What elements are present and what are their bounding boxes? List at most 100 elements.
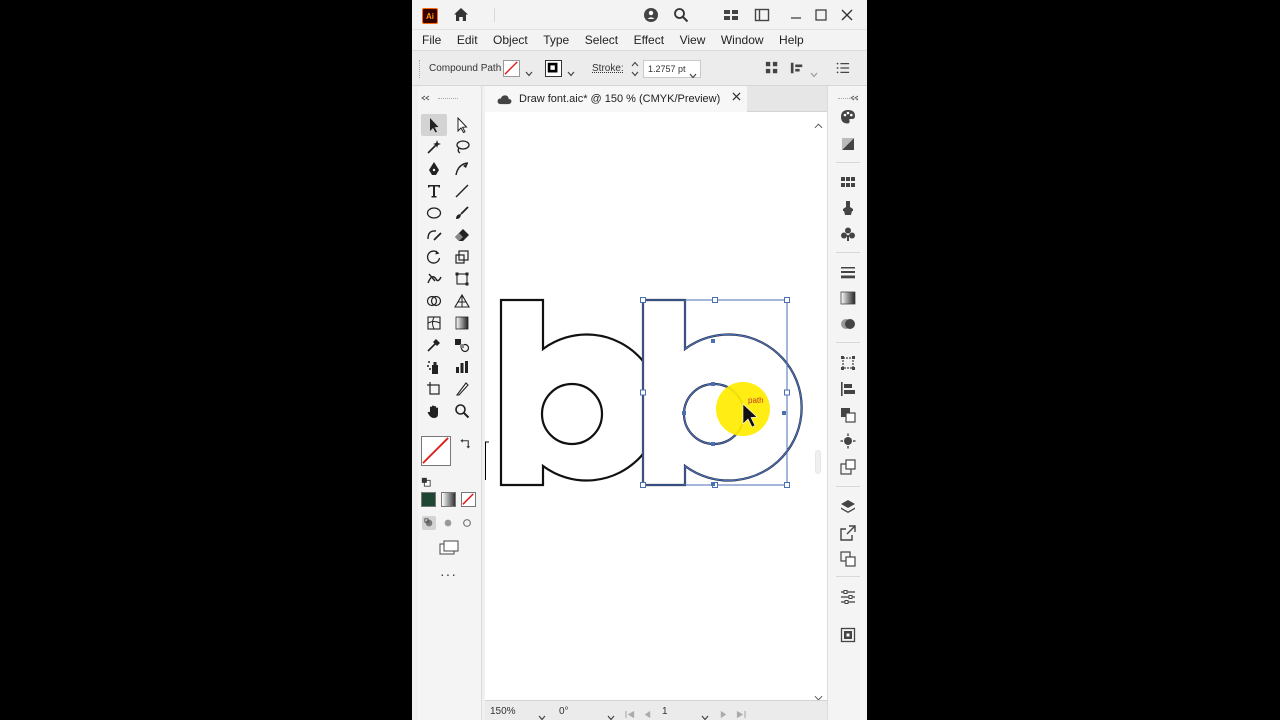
menu-effect[interactable]: Effect (634, 33, 664, 47)
fill-color-box[interactable] (421, 436, 451, 466)
stroke-label[interactable]: Stroke: (592, 63, 624, 74)
color-mode-button[interactable] (421, 492, 436, 507)
free-transform-tool-icon[interactable] (449, 268, 475, 290)
line-segment-tool-icon[interactable] (449, 180, 475, 202)
artboard-tool-icon[interactable] (421, 378, 447, 400)
rotate-tool-icon[interactable] (421, 246, 447, 268)
fill-dropdown-chevron-icon[interactable] (525, 64, 533, 82)
menu-help[interactable]: Help (779, 33, 804, 47)
color-guide-icon[interactable] (839, 135, 857, 153)
draw-normal-icon[interactable] (422, 516, 436, 530)
paintbrush-tool-icon[interactable] (449, 202, 475, 224)
fill-swatch[interactable] (503, 60, 520, 77)
align-panel-icon[interactable] (839, 380, 857, 398)
symbols-panel-icon[interactable] (839, 225, 857, 243)
workspace-icon[interactable] (753, 6, 771, 24)
menu-select[interactable]: Select (585, 33, 618, 47)
stroke-panel-icon[interactable] (839, 263, 857, 281)
draw-inside-icon[interactable] (460, 516, 474, 530)
gradient-panel-icon[interactable] (839, 289, 857, 307)
control-bar-grip[interactable] (419, 60, 421, 78)
color-panel-icon[interactable] (839, 108, 857, 126)
artboard-chevron-icon[interactable] (701, 708, 709, 720)
minimize-icon[interactable] (787, 6, 805, 24)
none-mode-button[interactable] (461, 492, 476, 507)
stroke-stepper[interactable] (630, 59, 640, 79)
screen-mode-icon[interactable] (439, 540, 459, 561)
edit-toolbar-icon[interactable]: ··· (440, 566, 457, 582)
column-graph-tool-icon[interactable] (449, 356, 475, 378)
menu-window[interactable]: Window (721, 33, 764, 47)
menu-type[interactable]: Type (543, 33, 569, 47)
hand-tool-icon[interactable] (421, 400, 447, 422)
layers-panel-icon[interactable] (839, 498, 857, 516)
transform-chevron-icon[interactable] (810, 65, 818, 83)
mesh-tool-icon[interactable] (421, 312, 447, 334)
swatches-panel-icon[interactable] (839, 173, 857, 191)
blend-tool-icon[interactable] (449, 334, 475, 356)
home-icon[interactable] (452, 6, 470, 24)
document-tab[interactable]: Draw font.aic* @ 150 % (CMYK/Preview) (485, 86, 747, 112)
maximize-icon[interactable] (812, 6, 830, 24)
draw-behind-icon[interactable] (441, 516, 455, 530)
shape-builder-tool-icon[interactable] (421, 290, 447, 312)
type-tool-icon[interactable] (421, 180, 447, 202)
transform-icon[interactable] (790, 61, 804, 80)
artboard-canvas[interactable]: path (485, 112, 827, 700)
magic-wand-tool-icon[interactable] (421, 136, 447, 158)
selection-tool-icon[interactable] (421, 114, 447, 136)
ellipse-tool-icon[interactable] (421, 202, 447, 224)
eraser-tool-icon[interactable] (449, 224, 475, 246)
perspective-grid-tool-icon[interactable] (449, 290, 475, 312)
gradient-tool-icon[interactable] (449, 312, 475, 334)
close-document-icon[interactable] (732, 92, 741, 104)
artwork[interactable]: path (485, 112, 827, 700)
shaper-tool-icon[interactable] (421, 224, 447, 246)
artboards-panel-icon[interactable] (839, 550, 857, 568)
gradient-mode-button[interactable] (441, 492, 456, 507)
export-icon[interactable] (839, 524, 857, 542)
rotation-chevron-icon[interactable] (607, 708, 615, 720)
brushes-panel-icon[interactable] (839, 199, 857, 217)
previous-artboard-icon[interactable] (643, 706, 652, 720)
stroke-dropdown-chevron-icon[interactable] (567, 64, 575, 82)
libraries-panel-icon[interactable] (839, 626, 857, 644)
control-bar-menu-icon[interactable] (836, 61, 850, 80)
appearance-panel-icon[interactable] (839, 432, 857, 450)
last-artboard-icon[interactable] (735, 706, 746, 720)
eyedropper-tool-icon[interactable] (421, 334, 447, 356)
symbol-sprayer-tool-icon[interactable] (421, 356, 447, 378)
expand-panels-icon[interactable] (850, 88, 860, 106)
menu-view[interactable]: View (680, 33, 706, 47)
properties-panel-icon[interactable] (839, 588, 857, 606)
transparency-panel-icon[interactable] (839, 315, 857, 333)
next-artboard-icon[interactable] (719, 706, 728, 720)
lasso-tool-icon[interactable] (449, 136, 475, 158)
slice-tool-icon[interactable] (449, 378, 475, 400)
pathfinder-panel-icon[interactable] (839, 406, 857, 424)
asset-export-icon[interactable] (839, 458, 857, 476)
menu-file[interactable]: File (422, 33, 441, 47)
scale-tool-icon[interactable] (449, 246, 475, 268)
stroke-weight-chevron-icon[interactable] (689, 66, 697, 84)
zoom-tool-icon[interactable] (449, 400, 475, 422)
collapse-panel-icon[interactable] (421, 88, 431, 106)
scroll-thumb[interactable] (815, 450, 821, 474)
zoom-chevron-icon[interactable] (538, 708, 546, 720)
learn-icon[interactable] (642, 6, 660, 24)
swap-fill-stroke-icon[interactable] (460, 436, 471, 454)
search-icon[interactable] (672, 6, 690, 24)
letter-b-outline-left[interactable] (499, 298, 661, 487)
scroll-up-icon[interactable] (814, 116, 823, 134)
curvature-tool-icon[interactable] (449, 158, 475, 180)
default-fill-stroke-icon[interactable] (421, 474, 431, 492)
menu-edit[interactable]: Edit (457, 33, 478, 47)
warp-tool-icon[interactable] (421, 268, 447, 290)
align-icon[interactable] (765, 61, 779, 80)
first-artboard-icon[interactable] (625, 706, 636, 720)
transform-panel-icon[interactable] (839, 354, 857, 372)
direct-selection-tool-icon[interactable] (449, 114, 475, 136)
pen-tool-icon[interactable] (421, 158, 447, 180)
arrange-documents-icon[interactable] (722, 6, 740, 24)
stroke-swatch[interactable] (545, 60, 562, 77)
